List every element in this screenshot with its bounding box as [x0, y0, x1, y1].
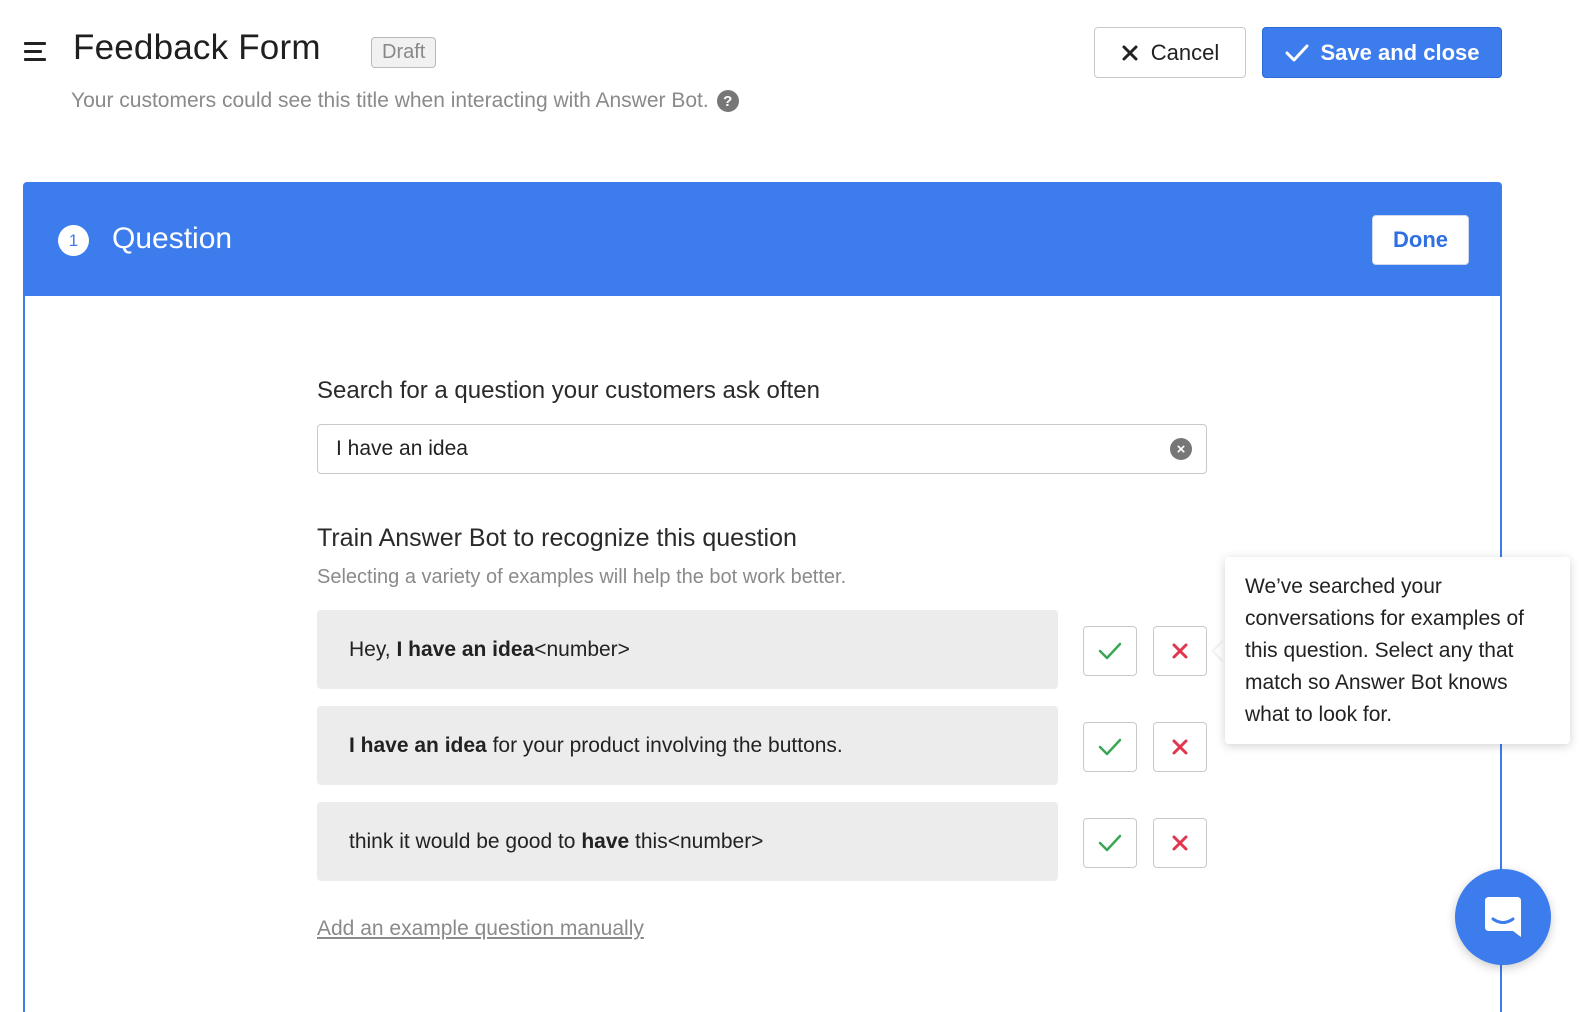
close-icon [1122, 45, 1138, 60]
add-example-link[interactable]: Add an example question manually [317, 917, 644, 941]
example-text: I have an idea for your product involvin… [349, 733, 843, 757]
close-icon [1172, 835, 1188, 851]
check-icon [1098, 642, 1122, 660]
reject-button[interactable] [1153, 818, 1207, 868]
example-text: think it would be good to have this<numb… [349, 829, 764, 853]
close-icon [1172, 739, 1188, 755]
training-help: Selecting a variety of examples will hel… [317, 566, 847, 588]
status-badge: Draft [371, 37, 437, 68]
accept-button[interactable] [1083, 626, 1137, 676]
chat-launcher-button[interactable] [1455, 869, 1551, 965]
search-field[interactable]: × [317, 424, 1207, 474]
tooltip-arrow [1214, 640, 1225, 662]
close-icon [1172, 643, 1188, 659]
check-icon [1285, 44, 1308, 61]
panel-title: Question [112, 222, 233, 255]
search-input[interactable] [336, 425, 1156, 473]
chat-icon [1485, 897, 1521, 937]
example-question: Hey, I have an idea<number> [317, 610, 1058, 689]
save-button-label: Save and close [1320, 39, 1480, 65]
cancel-button[interactable]: Cancel [1094, 27, 1246, 78]
clear-icon[interactable]: × [1170, 438, 1192, 460]
accept-button[interactable] [1083, 722, 1137, 772]
example-question: think it would be good to have this<numb… [317, 802, 1058, 881]
check-icon [1098, 738, 1122, 756]
search-label: Search for a question your customers ask… [317, 377, 820, 404]
example-text: Hey, I have an idea<number> [349, 637, 630, 661]
example-question: I have an idea for your product involvin… [317, 706, 1058, 785]
reject-button[interactable] [1153, 722, 1207, 772]
page-subtitle: Your customers could see this title when… [71, 89, 739, 113]
page-title: Feedback Form [73, 28, 321, 67]
help-icon[interactable]: ? [716, 90, 739, 112]
training-tooltip: We’ve searched your conversations for ex… [1225, 557, 1570, 744]
reject-button[interactable] [1153, 626, 1207, 676]
accept-button[interactable] [1083, 818, 1137, 868]
check-icon [1098, 834, 1122, 852]
page: Feedback Form Draft Your customers could… [0, 0, 1582, 1012]
cancel-button-label: Cancel [1150, 39, 1220, 65]
training-title: Train Answer Bot to recognize this quest… [317, 524, 797, 552]
save-and-close-button[interactable]: Save and close [1262, 27, 1502, 78]
done-button[interactable]: Done [1372, 215, 1469, 265]
menu-icon[interactable] [24, 42, 46, 62]
panel-header: 1 Question Done [25, 184, 1500, 296]
step-number: 1 [58, 225, 89, 256]
subtitle-text: Your customers could see this title when… [71, 89, 709, 112]
